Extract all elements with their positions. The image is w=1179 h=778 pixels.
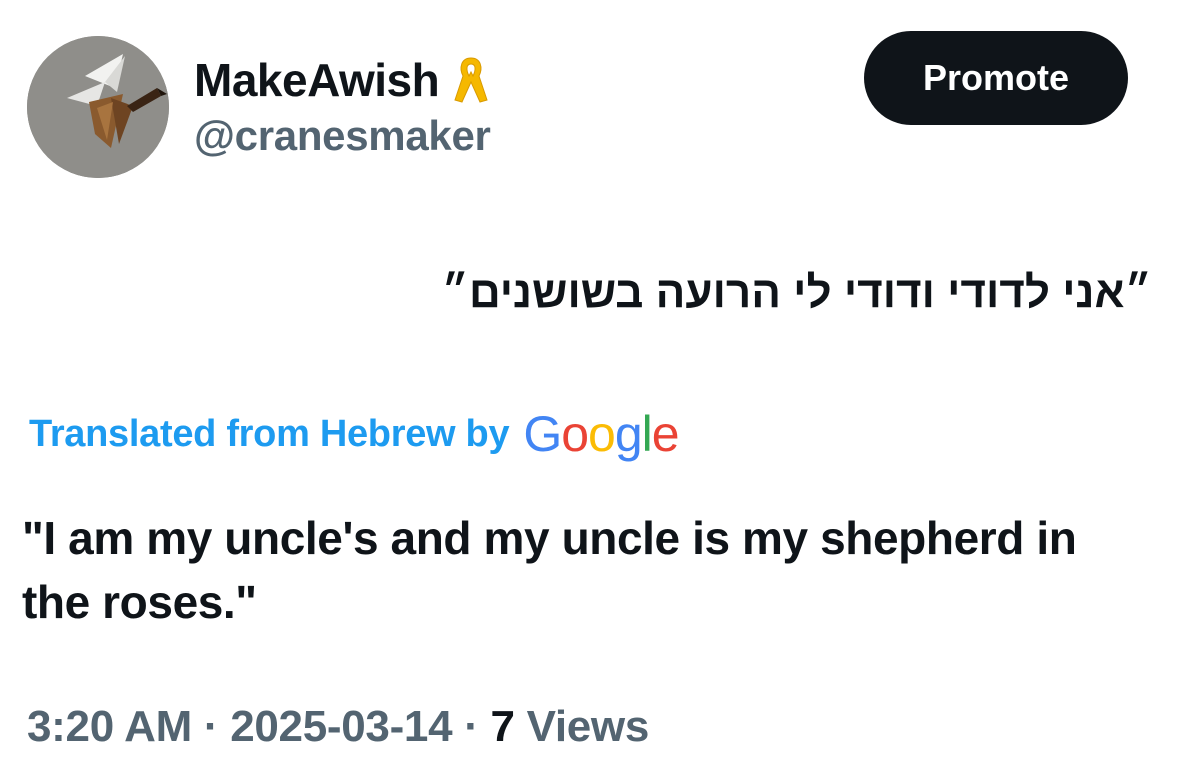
google-logo-icon: Google: [523, 406, 680, 462]
views-count: 7: [490, 702, 515, 751]
tweet-original-text: ״אני לדודי ודודי לי הרועה בשושנים״: [441, 268, 1153, 317]
origami-crane-icon: [27, 36, 169, 178]
google-letter: G: [523, 406, 562, 462]
translation-attribution[interactable]: Translated from Hebrew by Google: [29, 404, 680, 464]
google-letter: o: [588, 406, 616, 462]
avatar[interactable]: [27, 36, 169, 178]
tweet-time[interactable]: 3:20 AM: [27, 702, 192, 751]
google-letter: e: [651, 406, 680, 462]
meta-separator: ·: [191, 702, 231, 751]
tweet-translated-text: "I am my uncle's and my uncle is my shep…: [22, 512, 1077, 628]
meta-separator: ·: [452, 702, 491, 751]
author-handle[interactable]: @cranesmaker: [194, 112, 491, 160]
author-name-row: MakeAwish: [194, 52, 491, 108]
views-label: Views: [514, 702, 650, 751]
yellow-ribbon-icon: [451, 54, 491, 106]
promote-button[interactable]: Promote: [864, 31, 1128, 125]
google-letter: l: [641, 406, 653, 462]
google-letter: g: [614, 406, 643, 462]
translated-from-label: Translated from Hebrew by: [29, 412, 510, 455]
google-letter: o: [561, 406, 589, 462]
display-name[interactable]: MakeAwish: [194, 53, 440, 107]
tweet-date[interactable]: 2025-03-14: [230, 702, 452, 751]
tweet-meta: 3:20 AM · 2025-03-14 · 7 Views: [27, 702, 649, 752]
